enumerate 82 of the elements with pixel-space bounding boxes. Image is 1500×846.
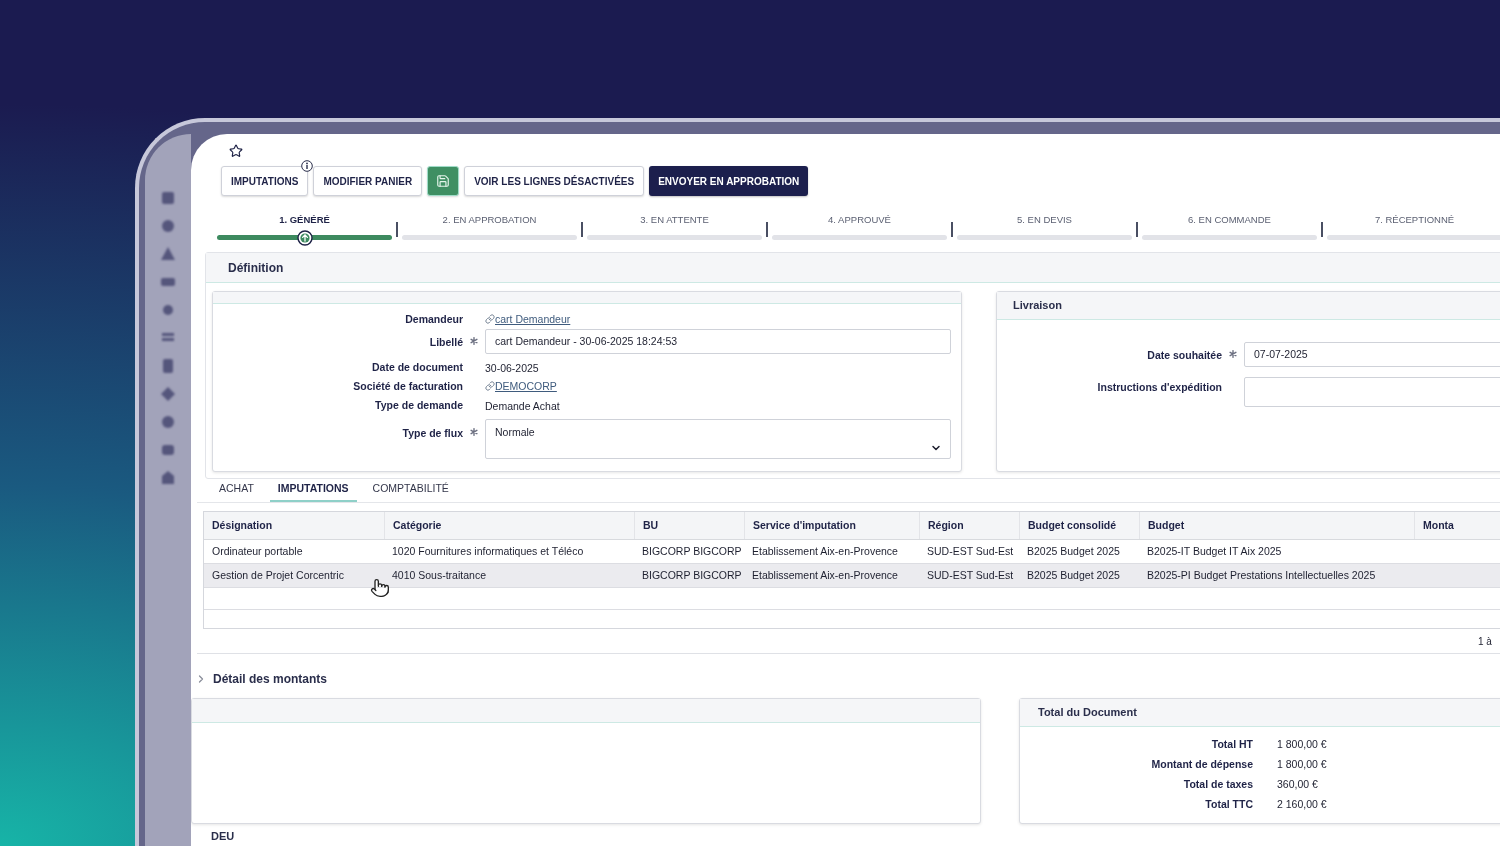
dropdown-select[interactable]: Normale — [485, 419, 951, 459]
table-cell-text: B2025 Budget 2025 — [1026, 567, 1121, 583]
table-cell-text: B2025 Budget 2025 — [1026, 543, 1121, 559]
blurred-icon[interactable] — [160, 358, 176, 374]
total-value: 360,00 € — [1277, 777, 1318, 793]
step-label: 2. EN APPROBATION — [442, 214, 537, 226]
total-label: Total TTC — [1205, 797, 1253, 813]
column-header[interactable]: Budget consolidé — [1019, 512, 1139, 539]
star-icon[interactable] — [229, 144, 243, 158]
table-cell-text: BIGCORP BIGCORP — [641, 567, 743, 583]
step-label: 3. EN ATTENTE — [640, 214, 709, 226]
column-header[interactable]: Monta — [1414, 512, 1500, 539]
table-cell-text: 4010 Sous-traitance — [391, 567, 487, 583]
submit-button[interactable]: ENVOYER EN APPROBATION — [649, 166, 809, 196]
total-label: Montant de dépense — [1151, 757, 1253, 773]
total-label: Total de taxes — [1183, 777, 1253, 793]
table-row[interactable]: Gestion de Projet Corcentric 4010 Sous-traitance BIGCORP BIGCORP Etablissement Aix-en-Provence SUD-EST Sud-Est B2025 Budget 2025 B2025-PI Budget Prestations Intellectuelles 2025 — [204, 564, 1500, 588]
link-icon — [485, 381, 495, 391]
table-cell-text: SUD-EST Sud-Est — [926, 543, 1015, 559]
blurred-icon[interactable] — [160, 414, 176, 430]
total-value: 2 160,00 € — [1277, 797, 1327, 813]
table-cell-text: BIGCORP BIGCORP — [641, 543, 743, 559]
blurred-icon[interactable] — [160, 470, 176, 486]
step-label: 1. GÉNÉRÉ — [279, 214, 330, 226]
field-label: Type de demande — [375, 398, 463, 412]
field-label: Instructions d'expédition — [1097, 380, 1222, 394]
field-label: Type de flux — [402, 426, 463, 440]
step-label: 6. EN COMMANDE — [1188, 214, 1271, 226]
table-cell-text: Gestion de Projet Corcentric — [211, 567, 345, 583]
blurred-icon[interactable] — [160, 442, 176, 458]
link-icon — [485, 314, 495, 324]
tab[interactable]: ACHAT — [211, 481, 262, 502]
step-label: 7. RÉCEPTIONNÉ — [1374, 214, 1455, 226]
toolbar-button[interactable]: IMPUTATIONS — [221, 166, 309, 196]
field-value: Demande Achat — [485, 399, 560, 413]
table-cell-text: B2025-IT Budget IT Aix 2025 — [1146, 543, 1283, 559]
column-header[interactable]: BU — [634, 512, 744, 539]
field-label: Date de document — [372, 360, 463, 374]
save-button[interactable] — [427, 166, 460, 196]
step-label: 4. APPROUVÉ — [828, 214, 891, 226]
column-header[interactable]: Service d'imputation — [744, 512, 919, 539]
section-title: DEU — [211, 830, 235, 842]
total-label: Total HT — [1211, 737, 1253, 753]
tab[interactable]: IMPUTATIONS — [269, 481, 357, 502]
hand-cursor-icon — [370, 578, 390, 598]
collapsible-section-header[interactable]: Détail des montants — [195, 670, 328, 688]
table-cell-text: B2025-PI Budget Prestations Intellectuelles 2025 — [1146, 567, 1377, 583]
step-label: 5. EN DEVIS — [1017, 214, 1072, 226]
column-header[interactable]: Région — [919, 512, 1019, 539]
field-value: 30-06-2025 — [485, 361, 539, 375]
table-cell-text: Etablissement Aix-en-Provence — [751, 567, 899, 583]
section-title: Total du Document — [1038, 705, 1137, 721]
total-value: 1 800,00 € — [1277, 737, 1327, 753]
toolbar-button[interactable]: VOIR LES LIGNES DÉSACTIVÉES — [464, 166, 645, 196]
table-cell-text: Ordinateur portable — [211, 543, 304, 559]
text-input[interactable]: cart Demandeur - 30-06-2025 18:24:53 — [485, 329, 951, 354]
link[interactable]: DEMOCORP — [485, 377, 557, 393]
link[interactable]: cart Demandeur — [485, 310, 571, 326]
section-title: Livraison — [1013, 298, 1062, 314]
column-header[interactable]: Désignation — [204, 512, 384, 539]
text-area[interactable] — [1244, 377, 1500, 407]
tab[interactable]: COMPTABILITÉ — [364, 481, 457, 502]
blurred-icon[interactable] — [160, 386, 176, 402]
table-cell-text: SUD-EST Sud-Est — [926, 567, 1015, 583]
column-header[interactable]: Catégorie — [384, 512, 634, 539]
total-value: 1 800,00 € — [1277, 757, 1327, 773]
blurred-icon[interactable] — [160, 218, 176, 234]
table-cell-text: Etablissement Aix-en-Provence — [751, 543, 899, 559]
toolbar-button[interactable]: MODIFIER PANIER — [313, 166, 423, 196]
field-label: Libellé — [429, 335, 463, 349]
blurred-icon[interactable] — [160, 190, 176, 206]
pagination-text: 1 à — [1478, 634, 1492, 649]
blurred-icon[interactable] — [160, 302, 176, 318]
column-header[interactable]: Budget — [1139, 512, 1414, 539]
save-icon — [436, 174, 451, 188]
section-title: Définition — [228, 259, 284, 277]
text-input[interactable]: 07-07-2025 — [1244, 342, 1500, 367]
field-label: Société de facturation — [353, 379, 463, 393]
field-label: Demandeur — [405, 312, 463, 326]
field-label: Date souhaitée — [1147, 348, 1222, 362]
table-cell-text: 1020 Fournitures informatiques et Téléco — [391, 543, 585, 559]
blurred-icon[interactable] — [160, 246, 176, 262]
